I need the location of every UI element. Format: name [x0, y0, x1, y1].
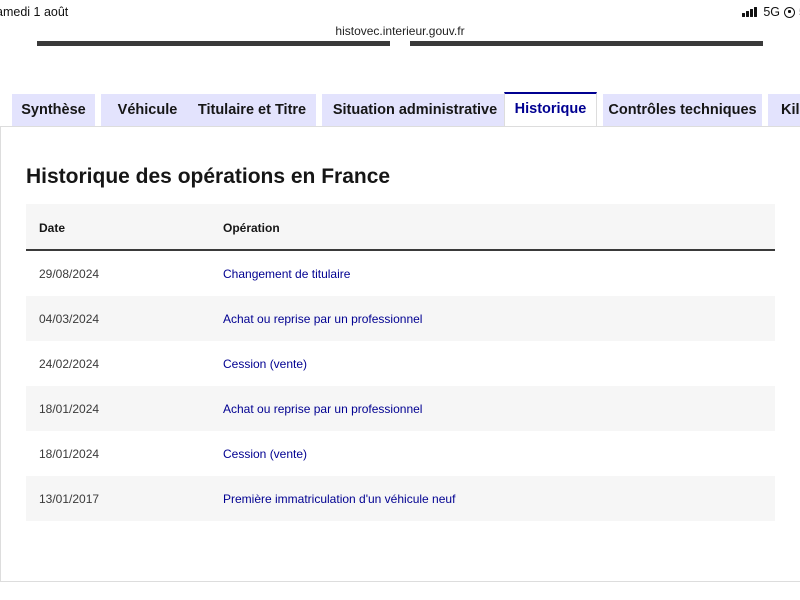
row-date: 24/02/2024 [39, 357, 100, 371]
row-operation[interactable]: Première immatriculation d'un véhicule n… [223, 492, 455, 506]
table-row: 24/02/2024 Cession (vente) [26, 341, 775, 386]
tab-controles-techniques[interactable]: Contrôles techniques [603, 94, 762, 126]
row-operation[interactable]: Achat ou reprise par un professionnel [223, 312, 422, 326]
row-operation[interactable]: Cession (vente) [223, 447, 307, 461]
status-time: amedi 1 août [0, 5, 69, 19]
row-date: 13/01/2017 [39, 492, 100, 506]
row-date: 04/03/2024 [39, 312, 100, 326]
tab-vehicule[interactable]: Véhicule [101, 94, 194, 126]
history-table: Date Opération 29/08/2024 Changement de … [26, 204, 775, 521]
table-row: 18/01/2024 Achat ou reprise par un profe… [26, 386, 775, 431]
url-bar[interactable]: histovec.interieur.gouv.fr [0, 24, 800, 38]
table-row: 13/01/2017 Première immatriculation d'un… [26, 476, 775, 521]
tab-situation-administrative[interactable]: Situation administrative [322, 94, 508, 126]
header-date: Date [39, 221, 66, 235]
table-row: 29/08/2024 Changement de titulaire [26, 251, 775, 296]
row-date: 18/01/2024 [39, 402, 100, 416]
status-bar: amedi 1 août 5G 5 [0, 0, 800, 26]
row-date: 29/08/2024 [39, 267, 100, 281]
top-divider-right [410, 41, 763, 46]
status-indicators: 5G 5 [742, 5, 800, 19]
row-operation[interactable]: Changement de titulaire [223, 267, 350, 281]
tab-historique[interactable]: Historique [504, 92, 597, 126]
table-row: 18/01/2024 Cession (vente) [26, 431, 775, 476]
rotation-lock-icon [784, 6, 796, 18]
row-operation[interactable]: Cession (vente) [223, 357, 307, 371]
header-operation: Opération [223, 221, 280, 235]
table-header: Date Opération [26, 204, 775, 251]
network-label: 5G [763, 5, 781, 19]
tab-synthese[interactable]: Synthèse [12, 94, 95, 126]
table-row: 04/03/2024 Achat ou reprise par un profe… [26, 296, 775, 341]
signal-icon [742, 7, 758, 17]
section-title: Historique des opérations en France [26, 165, 391, 188]
top-divider-left [37, 41, 390, 46]
tab-titulaire-et-titre[interactable]: Titulaire et Titre [188, 94, 316, 126]
row-operation[interactable]: Achat ou reprise par un professionnel [223, 402, 422, 416]
tab-kilometrage[interactable]: Kil [768, 94, 800, 126]
row-date: 18/01/2024 [39, 447, 100, 461]
